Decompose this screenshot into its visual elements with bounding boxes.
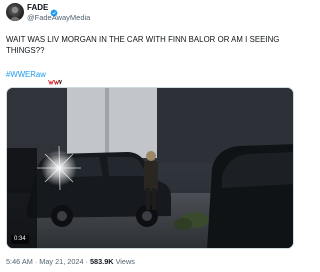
views-count: 583.9K: [90, 257, 114, 266]
wwe-raw-hashflag-icon: [47, 72, 62, 86]
avatar-image: [9, 6, 21, 21]
video-thumbnail: [7, 88, 293, 248]
tweet-card[interactable]: FADE @FadeAwayMedia WAIT WAS LIV MORGAN …: [0, 0, 300, 272]
author-display-name[interactable]: FADE: [27, 3, 48, 12]
meta-separator: ·: [34, 257, 38, 266]
views-label: Views: [115, 257, 135, 266]
tweet-meta: 5:46 AM · May 21, 2024 · 583.9K Views: [6, 257, 135, 266]
tweet-time[interactable]: 5:46 AM: [6, 257, 33, 266]
video-duration-badge: 0:34: [11, 235, 29, 244]
verified-badge-icon: [50, 4, 58, 16]
hashtag-link[interactable]: #WWERaw: [6, 70, 46, 80]
tweet-date[interactable]: May 21, 2024: [39, 257, 83, 266]
author-avatar[interactable]: [6, 3, 24, 21]
author-name-row: FADE: [27, 3, 58, 16]
video-player[interactable]: 0:34: [6, 87, 294, 249]
hashtag-row: #WWERaw: [6, 70, 62, 86]
meta-separator-2: ·: [85, 257, 88, 266]
tweet-text: WAIT WAS LIV MORGAN IN THE CAR WITH FINN…: [6, 35, 280, 55]
author-handle[interactable]: @FadeAwayMedia: [27, 13, 90, 22]
